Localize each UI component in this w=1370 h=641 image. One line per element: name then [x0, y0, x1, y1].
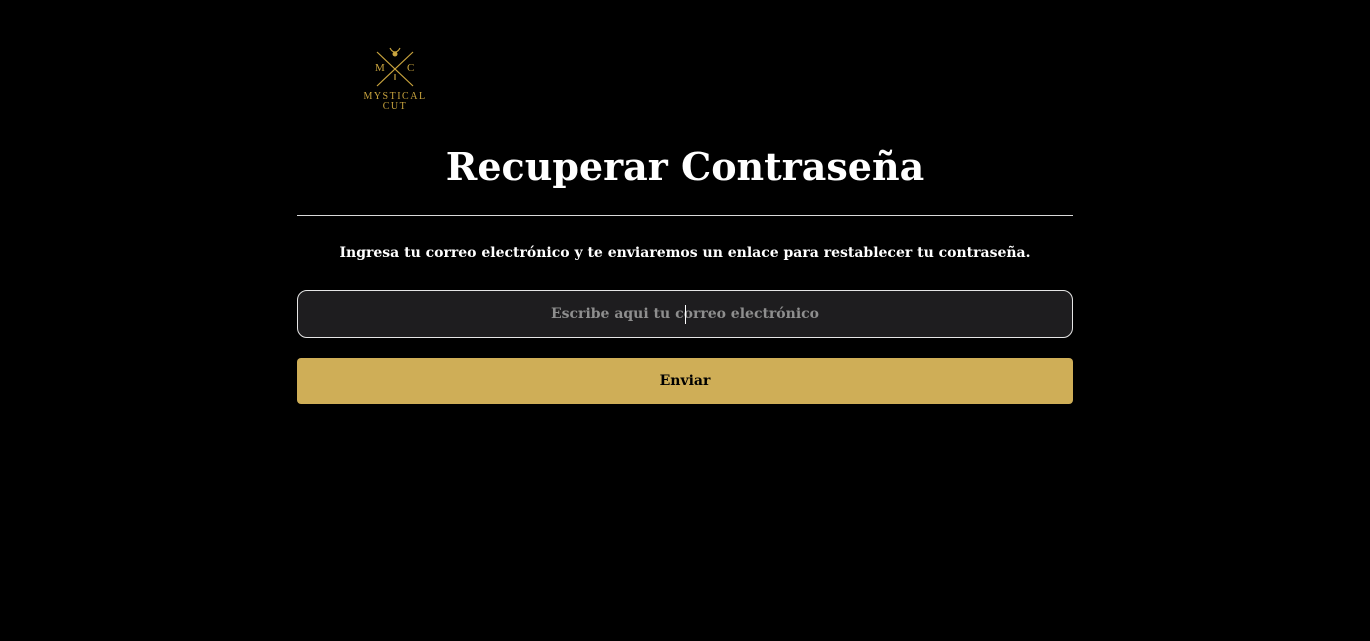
- logo-wordmark-line2: CUT: [382, 101, 408, 112]
- page-title: Recuperar Contraseña: [445, 144, 925, 189]
- page-subtitle: Ingresa tu correo electrónico y te envia…: [339, 245, 1031, 261]
- crossed-scissors-bull-icon: [376, 47, 414, 87]
- logo-letter-c: C: [407, 62, 415, 74]
- brand-logo[interactable]: M C MYSTICAL CUT: [355, 46, 435, 116]
- text-cursor: [685, 305, 686, 324]
- title-divider: [297, 215, 1073, 216]
- send-button[interactable]: Enviar: [297, 358, 1073, 404]
- logo-letter-m: M: [375, 62, 385, 74]
